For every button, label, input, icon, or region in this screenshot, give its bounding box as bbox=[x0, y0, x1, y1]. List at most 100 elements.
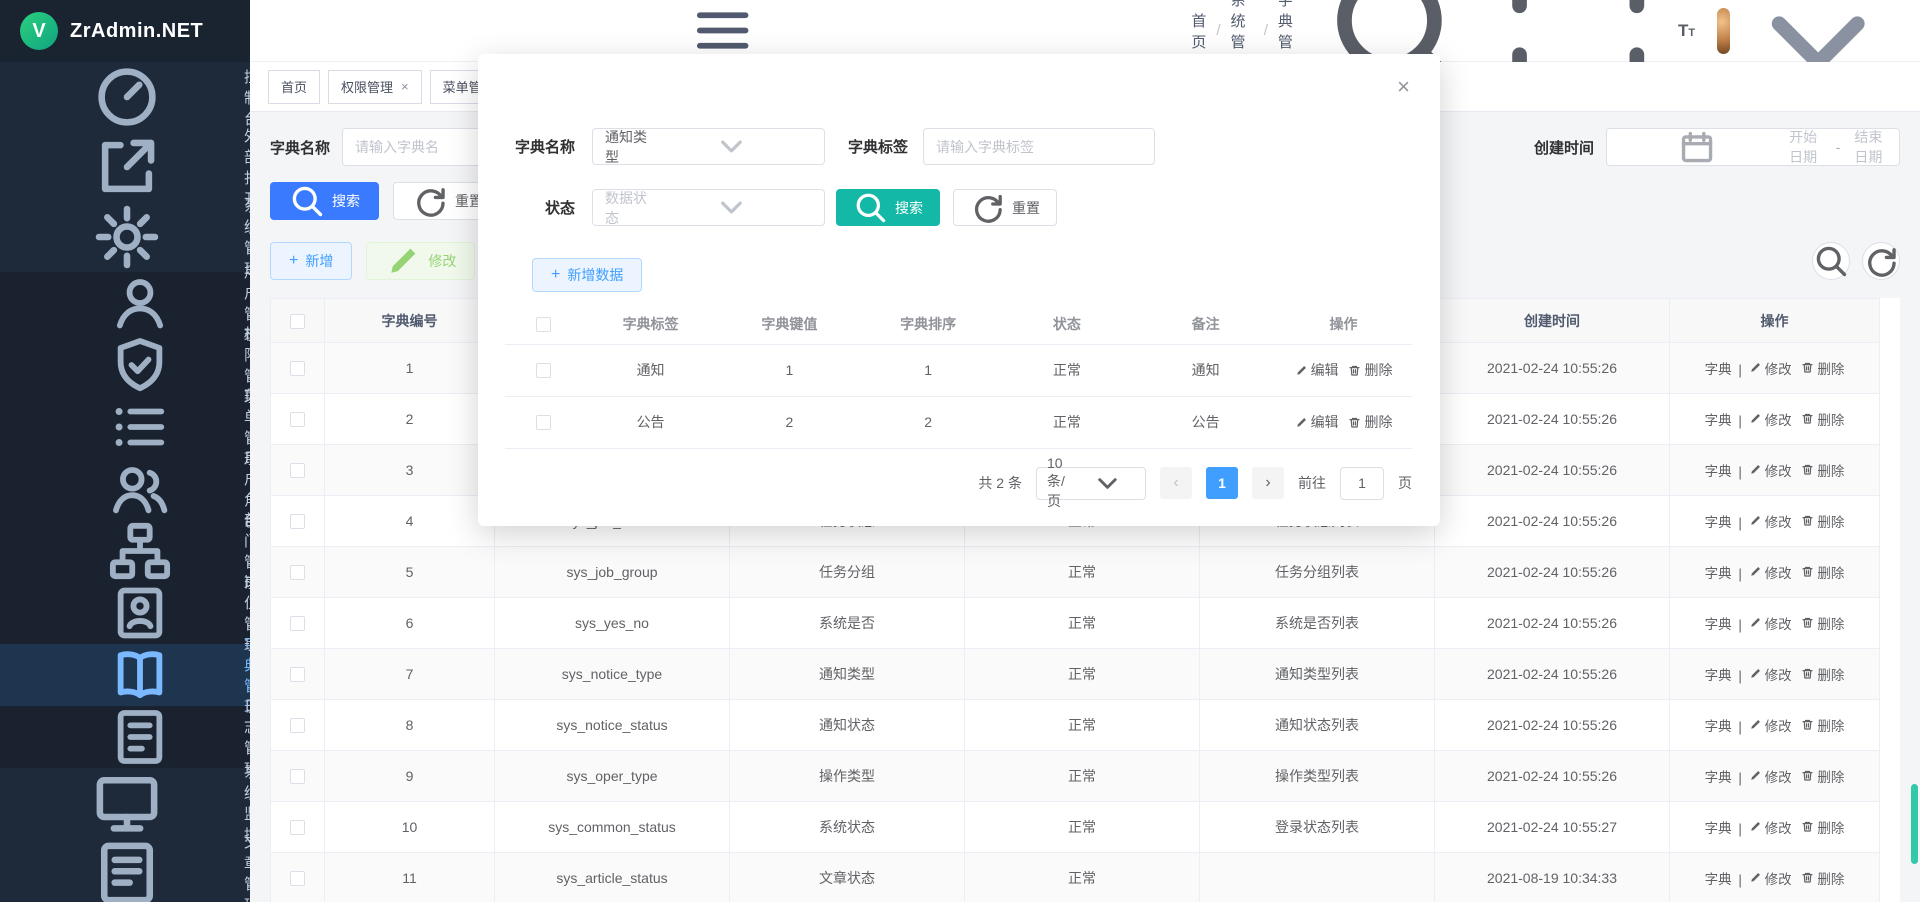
edit-link[interactable]: 修改 bbox=[1749, 613, 1792, 633]
delete-link[interactable]: 删除 bbox=[1801, 817, 1844, 837]
sidebar-item-user-management[interactable]: 用户管理 bbox=[0, 272, 250, 334]
row-checkbox[interactable] bbox=[290, 514, 305, 529]
dict-type-link[interactable]: sys_common_status bbox=[495, 802, 730, 853]
font-size-icon[interactable]: TT bbox=[1678, 22, 1695, 39]
sidebar-item-post-management[interactable]: 岗位管理 bbox=[0, 582, 250, 644]
edit-link[interactable]: 修改 bbox=[1749, 766, 1792, 786]
row-checkbox[interactable] bbox=[290, 871, 305, 886]
edit-button[interactable]: 修改 bbox=[366, 242, 475, 280]
current-page-button[interactable]: 1 bbox=[1206, 467, 1238, 499]
tab-close-icon[interactable]: × bbox=[401, 79, 409, 94]
row-checkbox[interactable] bbox=[290, 769, 305, 784]
date-start-placeholder[interactable]: 开始日期 bbox=[1789, 127, 1822, 167]
row-checkbox[interactable] bbox=[290, 667, 305, 682]
modal-edit-link[interactable]: 编辑 bbox=[1295, 412, 1339, 432]
dict-data-link[interactable]: 字典 bbox=[1705, 409, 1732, 429]
search-button[interactable]: 搜索 bbox=[270, 182, 379, 220]
delete-link[interactable]: 删除 bbox=[1801, 409, 1844, 429]
dict-data-link[interactable]: 字典 bbox=[1705, 664, 1732, 684]
row-checkbox[interactable] bbox=[290, 565, 305, 580]
date-range-picker[interactable]: 开始日期 - 结束日期 bbox=[1606, 128, 1900, 166]
dict-data-link[interactable]: 字典 bbox=[1705, 868, 1732, 888]
edit-link[interactable]: 修改 bbox=[1749, 460, 1792, 480]
sidebar-item-log-management[interactable]: 日志管理 bbox=[0, 706, 250, 768]
sidebar-item-dict-management[interactable]: 字典管理 bbox=[0, 644, 250, 706]
sidebar-item-external-open[interactable]: 外部打开 bbox=[0, 132, 250, 202]
delete-link[interactable]: 删除 bbox=[1801, 715, 1844, 735]
row-checkbox[interactable] bbox=[290, 718, 305, 733]
row-checkbox[interactable] bbox=[290, 616, 305, 631]
prev-page-button[interactable]: ‹ bbox=[1160, 467, 1192, 499]
goto-page-input[interactable] bbox=[1340, 467, 1384, 500]
table-search-toggle-button[interactable] bbox=[1812, 242, 1850, 280]
edit-link[interactable]: 修改 bbox=[1749, 715, 1792, 735]
modal-row-checkbox[interactable] bbox=[536, 363, 551, 378]
edit-link[interactable]: 修改 bbox=[1749, 562, 1792, 582]
dict-data-link[interactable]: 字典 bbox=[1705, 715, 1732, 735]
table-refresh-button[interactable] bbox=[1862, 242, 1900, 280]
dict-data-link[interactable]: 字典 bbox=[1705, 766, 1732, 786]
close-icon[interactable]: × bbox=[1397, 76, 1410, 98]
modal-select-all-checkbox[interactable] bbox=[536, 317, 551, 332]
dict-data-link[interactable]: 字典 bbox=[1705, 817, 1732, 837]
edit-link[interactable]: 修改 bbox=[1749, 358, 1792, 378]
sidebar-item-system-monitor[interactable]: 系统监控 bbox=[0, 768, 250, 838]
modal-search-button[interactable]: 搜索 bbox=[836, 189, 940, 226]
breadcrumb-home[interactable]: 首页 bbox=[1191, 10, 1206, 52]
delete-link[interactable]: 删除 bbox=[1801, 358, 1844, 378]
delete-link[interactable]: 删除 bbox=[1801, 460, 1844, 480]
edit-link[interactable]: 修改 bbox=[1749, 868, 1792, 888]
dict-data-link[interactable]: 字典 bbox=[1705, 562, 1732, 582]
sidebar-item-user-role[interactable]: 用户角色 bbox=[0, 458, 250, 520]
add-button[interactable]: + 新增 bbox=[270, 242, 352, 280]
avatar[interactable] bbox=[1717, 8, 1730, 54]
page-scrollbar[interactable] bbox=[1911, 784, 1918, 864]
select-all-checkbox[interactable] bbox=[290, 314, 305, 329]
dict-data-link[interactable]: 字典 bbox=[1705, 460, 1732, 480]
delete-link[interactable]: 删除 bbox=[1801, 562, 1844, 582]
dict-type-link[interactable]: sys_job_group bbox=[495, 547, 730, 598]
sidebar-item-dashboard[interactable]: 控制台 bbox=[0, 62, 250, 132]
dict-type-link[interactable]: sys_notice_type bbox=[495, 649, 730, 700]
dict-data-link[interactable]: 字典 bbox=[1705, 613, 1732, 633]
dict-type-link[interactable]: sys_yes_no bbox=[495, 598, 730, 649]
row-checkbox[interactable] bbox=[290, 361, 305, 376]
modal-delete-link[interactable]: 删除 bbox=[1348, 412, 1392, 432]
next-page-button[interactable]: › bbox=[1252, 467, 1284, 499]
modal-row-checkbox[interactable] bbox=[536, 415, 551, 430]
tab-permission-management[interactable]: 权限管理 × bbox=[328, 70, 422, 104]
modal-add-data-button[interactable]: + 新增数据 bbox=[532, 258, 642, 292]
sidebar-item-menu-management[interactable]: 菜单管理 bbox=[0, 396, 250, 458]
dict-type-link[interactable]: sys_oper_type bbox=[495, 751, 730, 802]
row-checkbox[interactable] bbox=[290, 820, 305, 835]
edit-link[interactable]: 修改 bbox=[1749, 409, 1792, 429]
modal-dict-name-select[interactable]: 通知类型 bbox=[592, 128, 825, 165]
edit-link[interactable]: 修改 bbox=[1749, 511, 1792, 531]
delete-link[interactable]: 删除 bbox=[1801, 613, 1844, 633]
tab-home[interactable]: 首页 bbox=[268, 70, 320, 104]
modal-status-select[interactable]: 数据状态 bbox=[592, 189, 825, 226]
edit-link[interactable]: 修改 bbox=[1749, 664, 1792, 684]
dict-type-link[interactable]: sys_article_status bbox=[495, 853, 730, 902]
hamburger-icon[interactable] bbox=[274, 0, 1171, 61]
modal-reset-button[interactable]: 重置 bbox=[953, 189, 1057, 226]
row-checkbox[interactable] bbox=[290, 412, 305, 427]
edit-link[interactable]: 修改 bbox=[1749, 817, 1792, 837]
date-end-placeholder[interactable]: 结束日期 bbox=[1854, 127, 1887, 167]
dict-data-link[interactable]: 字典 bbox=[1705, 511, 1732, 531]
dict-data-link[interactable]: 字典 bbox=[1705, 358, 1732, 378]
delete-link[interactable]: 删除 bbox=[1801, 868, 1844, 888]
modal-edit-link[interactable]: 编辑 bbox=[1295, 360, 1339, 380]
delete-link[interactable]: 删除 bbox=[1801, 511, 1844, 531]
modal-delete-link[interactable]: 删除 bbox=[1348, 360, 1392, 380]
delete-link[interactable]: 删除 bbox=[1801, 766, 1844, 786]
dict-type-link[interactable]: sys_notice_status bbox=[495, 700, 730, 751]
sidebar-item-department-management[interactable]: 部门管理 bbox=[0, 520, 250, 582]
page-size-select[interactable]: 10条/页 bbox=[1036, 467, 1146, 500]
sidebar-item-permission-management[interactable]: 权限管理 bbox=[0, 334, 250, 396]
sidebar-item-article-management[interactable]: 文章管理 bbox=[0, 838, 250, 902]
modal-dict-label-input[interactable] bbox=[923, 128, 1155, 165]
row-checkbox[interactable] bbox=[290, 463, 305, 478]
sidebar-item-system-management[interactable]: 系统管理 bbox=[0, 202, 250, 272]
delete-link[interactable]: 删除 bbox=[1801, 664, 1844, 684]
